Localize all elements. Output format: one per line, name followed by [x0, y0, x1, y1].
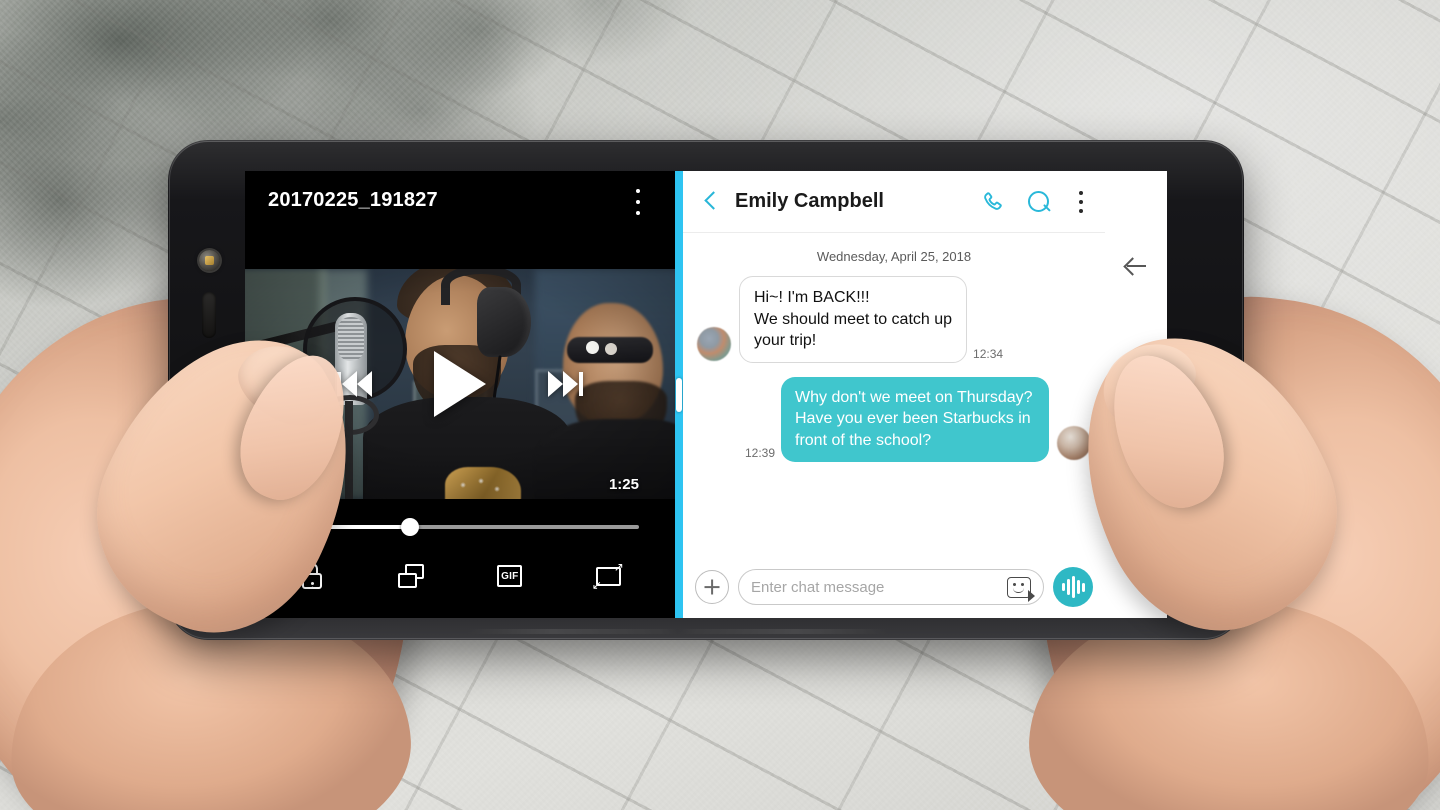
video-title: 20170225_191827 [268, 189, 438, 211]
front-camera-icon [199, 250, 220, 271]
split-screen-divider[interactable] [675, 171, 683, 618]
video-seek-bar[interactable] [281, 518, 639, 536]
message-bubble-incoming[interactable]: Hi~! I'm BACK!!! We should meet to catch… [739, 276, 968, 363]
scene-root: 20170225_191827 1:25 GIF ↗ ↙ Emily Campb… [0, 0, 1440, 810]
gif-icon[interactable]: GIF [494, 561, 524, 591]
chat-app-pane[interactable]: Emily Campbell Wednesday, April 25, 2018… [683, 171, 1105, 618]
chat-message-input[interactable]: Enter chat message [738, 569, 1044, 605]
chevron-left-icon[interactable] [697, 189, 723, 215]
seek-thumb[interactable] [400, 518, 419, 536]
split-screen-drag-handle[interactable] [676, 377, 682, 412]
fast-forward-icon[interactable] [544, 371, 583, 397]
contact-name: Emily Campbell [735, 190, 884, 212]
message-bubble-outgoing[interactable]: Why don't we meet on Thursday? Have you … [781, 376, 1049, 462]
message-row-incoming: Hi~! I'm BACK!!! We should meet to catch… [683, 276, 1105, 363]
plus-circle-icon[interactable] [695, 570, 729, 604]
video-total-time: 1:25 [608, 476, 639, 493]
rewind-icon[interactable] [337, 371, 376, 397]
nav-recents-icon[interactable] [1124, 517, 1148, 538]
earpiece-speaker [202, 292, 216, 338]
popup-window-icon[interactable] [396, 561, 426, 591]
voice-record-icon[interactable] [1053, 567, 1093, 607]
message-row-outgoing: 12:39 Why don't we meet on Thursday? Hav… [683, 376, 1105, 462]
user-avatar[interactable] [1057, 425, 1091, 460]
chat-input-placeholder: Enter chat message [751, 578, 885, 596]
phone-call-icon[interactable] [981, 190, 1005, 214]
speaker-grill [468, 629, 888, 634]
chat-header: Emily Campbell [683, 171, 1105, 233]
contact-avatar[interactable] [697, 326, 731, 361]
overflow-menu-icon[interactable] [1073, 190, 1089, 213]
chat-message-list[interactable]: Wednesday, April 25, 2018 Hi~! I'm BACK!… [683, 233, 1105, 556]
play-icon[interactable] [434, 351, 486, 417]
phone-screen: 20170225_191827 1:25 GIF ↗ ↙ Emily Campb… [245, 171, 1167, 618]
message-timestamp: 12:39 [744, 445, 775, 460]
crop-resize-icon[interactable]: ↗ ↙ [592, 561, 624, 591]
chat-input-bar: Enter chat message [683, 556, 1105, 618]
message-timestamp: 12:34 [973, 346, 1004, 361]
date-separator: Wednesday, April 25, 2018 [816, 249, 972, 264]
search-icon[interactable] [1027, 190, 1051, 214]
lock-icon[interactable] [297, 561, 327, 591]
sticker-icon[interactable] [1007, 576, 1035, 602]
video-bottom-bar: GIF ↗ ↙ [245, 499, 675, 618]
seek-progress [281, 525, 410, 529]
chat-header-actions [981, 190, 1089, 214]
video-tool-row: GIF ↗ ↙ [245, 561, 675, 591]
gif-label: GIF [497, 565, 523, 587]
video-title-bar: 20170225_191827 [245, 171, 675, 269]
overflow-menu-icon[interactable] [629, 189, 647, 215]
nav-back-icon[interactable] [1121, 252, 1151, 282]
